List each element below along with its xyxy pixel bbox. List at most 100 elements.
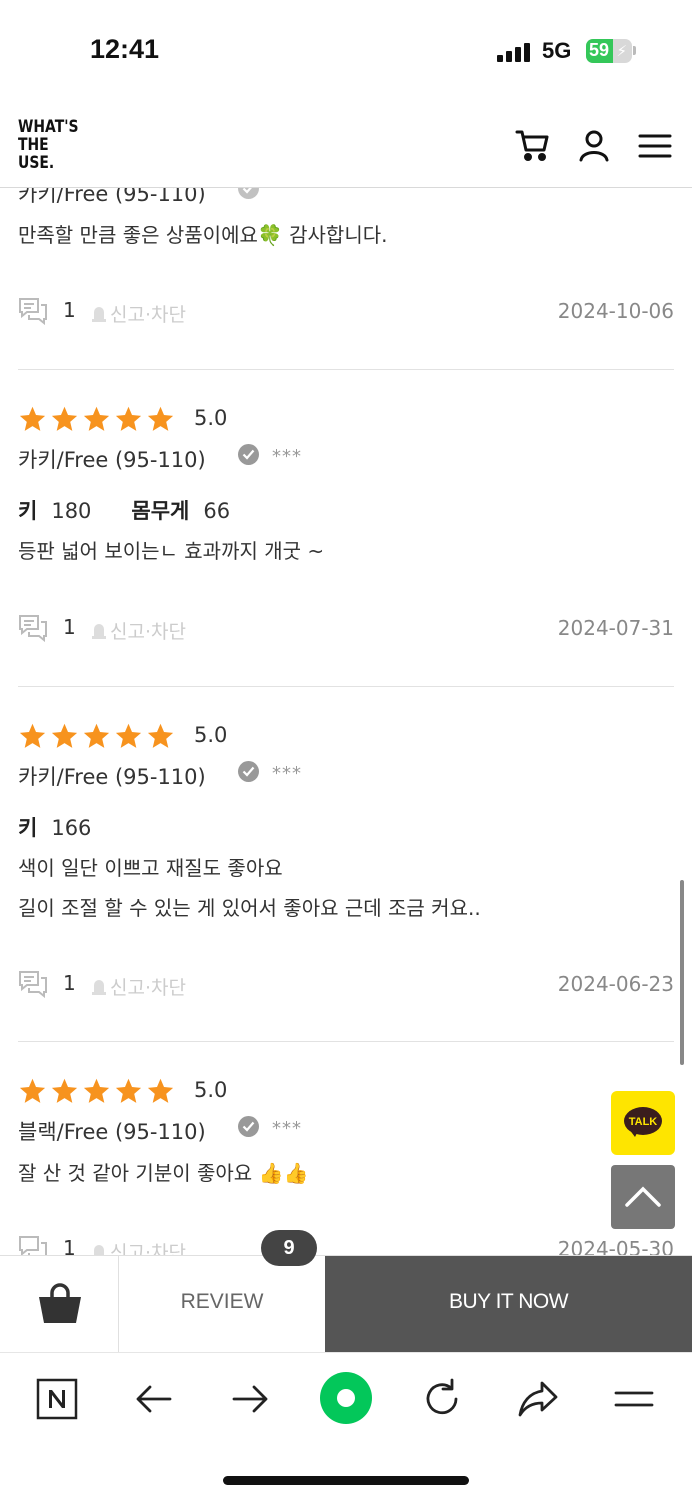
comment-count: 1 — [63, 971, 76, 995]
battery-icon: 59 ⚡ — [586, 39, 632, 63]
buy-it-now-button[interactable]: BUY IT NOW — [325, 1256, 692, 1353]
review-author: *** — [272, 446, 302, 467]
green-dot-home-icon[interactable] — [319, 1371, 373, 1425]
bell-icon — [94, 1245, 104, 1255]
talk-label: TALK — [628, 1116, 658, 1128]
rating-value: 5.0 — [194, 406, 228, 430]
scrollbar[interactable] — [680, 880, 684, 1065]
back-arrow-icon[interactable] — [132, 1377, 176, 1421]
report-block-label: 신고·차단 — [110, 621, 186, 643]
report-block-label: 신고·차단 — [110, 1242, 186, 1255]
battery-percent: 59 — [589, 40, 610, 60]
star-icon — [147, 406, 174, 431]
comment-count: 1 — [63, 298, 76, 322]
logo-line: THE — [18, 135, 49, 155]
review-date: 2024-07-31 — [557, 616, 674, 640]
logo-line: USE. — [18, 153, 55, 173]
star-icon — [19, 406, 46, 431]
menu-icon[interactable] — [637, 128, 673, 164]
logo-line: WHAT'S — [18, 117, 79, 137]
star-icon — [51, 723, 78, 748]
report-block-link[interactable]: 신고·차단 — [92, 1238, 186, 1255]
star-icon — [83, 723, 110, 748]
review-date: 2024-06-23 — [557, 972, 674, 996]
user-icon[interactable] — [576, 128, 612, 164]
comment-icon[interactable] — [18, 614, 48, 642]
comment-icon[interactable] — [18, 1235, 48, 1255]
report-block-link[interactable]: 신고·차단 — [92, 973, 186, 1000]
review-list: 카키/Free (95-110) 만족할 만큼 좋은 상품이에요🍀 감사합니다.… — [0, 100, 692, 1255]
status-time: 12:41 — [90, 34, 160, 64]
weight-label: 몸무게 — [131, 499, 190, 523]
star-rating — [18, 1077, 175, 1105]
divider — [18, 686, 674, 687]
review-option: 카키/Free (95-110) — [18, 765, 206, 789]
comment-icon[interactable] — [18, 970, 48, 998]
report-block-link[interactable]: 신고·차단 — [92, 300, 186, 327]
height-label: 키 — [18, 816, 38, 840]
star-icon — [83, 1078, 110, 1103]
review-text: 색이 일단 이쁘고 재질도 좋아요 — [18, 856, 283, 880]
weight-value: 66 — [203, 499, 231, 523]
review-button[interactable]: REVIEW — [119, 1256, 325, 1353]
review-author: *** — [272, 763, 302, 784]
review-option: 블랙/Free (95-110) — [18, 1120, 206, 1144]
report-block-label: 신고·차단 — [110, 304, 186, 326]
buy-it-now-label: BUY IT NOW — [448, 1290, 569, 1313]
review-date: 2024-10-06 — [557, 299, 674, 323]
star-icon — [147, 1078, 174, 1103]
star-icon — [51, 406, 78, 431]
bell-icon — [92, 624, 106, 639]
network-type: 5G — [542, 38, 572, 63]
review-count-badge: 9 — [261, 1230, 317, 1266]
chevron-up-icon — [625, 1186, 661, 1207]
review-text: 만족할 만큼 좋은 상품이에요🍀 감사합니다. — [18, 223, 388, 247]
height-label: 키 — [18, 499, 38, 523]
status-bar: 12:41 5G 59 ⚡ — [0, 0, 692, 100]
comment-count: 1 — [63, 1236, 76, 1255]
menu-lines-icon[interactable] — [612, 1377, 656, 1421]
review-text: 등판 넓어 보이는ㄴ 효과까지 개굿 ~ — [18, 539, 325, 563]
comment-icon[interactable] — [18, 297, 48, 325]
review-button-label: REVIEW — [180, 1290, 264, 1313]
shopping-bag-icon — [39, 1283, 81, 1323]
height-value: 180 — [51, 499, 92, 523]
star-icon — [83, 406, 110, 431]
star-icon — [19, 1078, 46, 1103]
height-value: 166 — [51, 816, 92, 840]
body-size-info: 키 166 — [18, 812, 91, 842]
review-text: 잘 산 것 같아 기분이 좋아요 👍👍 — [18, 1161, 309, 1185]
star-icon — [115, 723, 142, 748]
cart-icon[interactable] — [515, 128, 551, 164]
verified-check-icon — [238, 1116, 259, 1137]
forward-arrow-icon[interactable] — [228, 1377, 272, 1421]
scroll-to-top-button[interactable] — [611, 1165, 675, 1229]
divider — [18, 369, 674, 370]
review-date: 2024-05-30 — [557, 1237, 674, 1255]
comment-count: 1 — [63, 615, 76, 639]
star-icon — [115, 406, 142, 431]
rating-value: 5.0 — [194, 1078, 228, 1102]
charging-bolt-icon: ⚡ — [616, 42, 627, 60]
star-icon — [19, 723, 46, 748]
shopping-bag-button[interactable] — [0, 1256, 119, 1353]
star-rating — [18, 405, 175, 433]
site-header: WHAT'S THE USE. — [0, 100, 692, 188]
purchase-action-bar: REVIEW BUY IT NOW — [0, 1255, 692, 1353]
bell-icon — [92, 980, 106, 995]
bell-icon — [92, 307, 106, 322]
share-icon[interactable] — [516, 1377, 560, 1421]
star-icon — [115, 1078, 142, 1103]
site-logo[interactable]: WHAT'S THE USE. — [18, 118, 79, 172]
star-rating — [18, 722, 175, 750]
refresh-icon[interactable] — [420, 1377, 464, 1421]
battery-nub — [633, 46, 636, 55]
home-indicator — [223, 1476, 469, 1485]
report-block-link[interactable]: 신고·차단 — [92, 617, 186, 644]
kakao-talk-button[interactable]: TALK — [611, 1091, 675, 1155]
signal-icon — [497, 42, 533, 62]
divider — [18, 1041, 674, 1042]
review-author: *** — [272, 1118, 302, 1139]
review-option: 카키/Free (95-110) — [18, 448, 206, 472]
naver-n-icon[interactable] — [35, 1377, 79, 1421]
